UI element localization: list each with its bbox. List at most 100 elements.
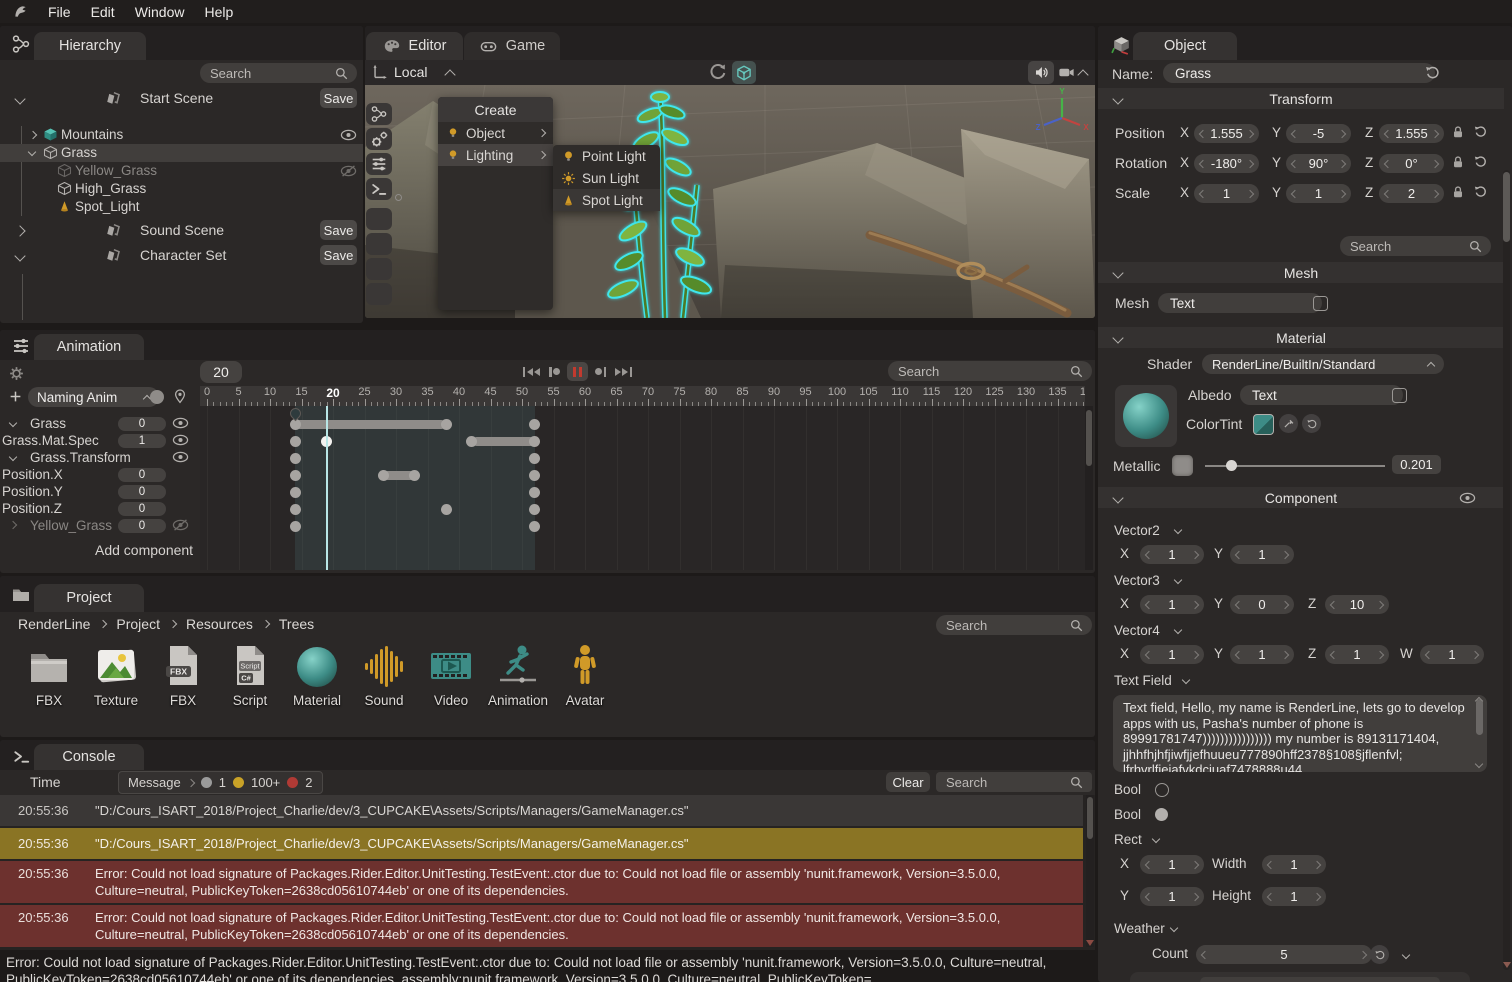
stepper-increment[interactable] xyxy=(1359,950,1367,958)
bool-toggle-on[interactable] xyxy=(1155,808,1168,821)
material-preview[interactable] xyxy=(1115,385,1177,447)
bool-toggle-off[interactable] xyxy=(1155,783,1169,797)
keyframe-dot[interactable] xyxy=(441,419,452,430)
camera-icon[interactable] xyxy=(1057,63,1076,87)
vector3-x-value[interactable]: 1 xyxy=(1152,597,1192,612)
rect-width-value[interactable]: 1 xyxy=(1274,857,1314,872)
rotation-y-field[interactable]: 90° xyxy=(1286,154,1351,173)
rect-height-field[interactable]: 1 xyxy=(1262,887,1326,906)
rotation-y-value[interactable]: 90° xyxy=(1298,156,1339,171)
chevron-up-icon[interactable] xyxy=(444,69,455,80)
keyframe-bar[interactable] xyxy=(472,437,535,446)
track-value[interactable]: 0 xyxy=(118,417,166,431)
rotation-x-value[interactable]: -180° xyxy=(1206,156,1247,171)
stepper-increment[interactable] xyxy=(1376,650,1384,658)
chevron-down-icon[interactable] xyxy=(1174,576,1182,584)
vector4-z-field[interactable]: 1 xyxy=(1325,645,1389,664)
track-value[interactable]: 0 xyxy=(118,468,166,482)
save-button[interactable]: Save xyxy=(320,220,357,240)
clear-button[interactable]: Clear xyxy=(886,772,930,792)
tab-editor[interactable]: Editor xyxy=(366,32,463,60)
keyframe-dot[interactable] xyxy=(290,453,301,464)
stepper-increment[interactable] xyxy=(1338,189,1346,197)
transform-section-header[interactable]: Transform xyxy=(1098,88,1504,109)
stepper-increment[interactable] xyxy=(1431,189,1439,197)
tree-node-spot-light[interactable]: Spot_Light xyxy=(0,198,363,216)
stepper-increment[interactable] xyxy=(1246,159,1254,167)
inspector-search-input[interactable] xyxy=(1348,238,1462,255)
vector3-y-field[interactable]: 0 xyxy=(1230,595,1294,614)
metallic-value[interactable]: 0.201 xyxy=(1392,455,1441,474)
keyframe-dot[interactable] xyxy=(378,470,389,481)
chevron-down-icon[interactable] xyxy=(14,250,25,261)
metallic-slider-knob[interactable] xyxy=(1226,460,1237,471)
error-count-dot[interactable] xyxy=(287,777,298,788)
keyframe-dot[interactable] xyxy=(290,470,301,481)
timeline-scrollbar[interactable] xyxy=(1085,406,1093,570)
inspector-scrollbar[interactable] xyxy=(1503,170,1510,970)
vector4-w-value[interactable]: 1 xyxy=(1432,647,1472,662)
tab-game[interactable]: Game xyxy=(464,32,560,60)
timeline-selection[interactable] xyxy=(295,406,534,570)
vector3-z-field[interactable]: 10 xyxy=(1325,595,1389,614)
tree-node-mountains[interactable]: Mountains xyxy=(0,126,363,144)
stepper-increment[interactable] xyxy=(1281,550,1289,558)
vector3-x-field[interactable]: 1 xyxy=(1140,595,1204,614)
hierarchy-search-input[interactable] xyxy=(208,65,328,82)
eye-off-icon[interactable] xyxy=(172,519,189,534)
stepper-increment[interactable] xyxy=(1246,189,1254,197)
timeline-grid[interactable] xyxy=(200,406,1085,570)
undo-icon[interactable] xyxy=(1424,64,1441,86)
rotation-x-field[interactable]: -180° xyxy=(1194,154,1259,173)
asset-video[interactable]: Video xyxy=(418,642,484,708)
track-grass[interactable]: Grass 0 xyxy=(0,415,200,432)
context-menu-item-object[interactable]: Object xyxy=(438,122,553,144)
albedo-picker-button[interactable] xyxy=(1392,388,1407,403)
name-input[interactable] xyxy=(1173,65,1425,82)
vector4-x-value[interactable]: 1 xyxy=(1152,647,1192,662)
stepper-increment[interactable] xyxy=(1431,129,1439,137)
scroll-down-arrow[interactable] xyxy=(1503,962,1511,968)
name-field[interactable] xyxy=(1163,63,1435,83)
stepper-increment[interactable] xyxy=(1191,600,1199,608)
record-dot-icon[interactable] xyxy=(150,390,164,404)
keyframe-bar[interactable] xyxy=(295,420,446,429)
rect-y-field[interactable]: 1 xyxy=(1140,887,1204,906)
position-x-field[interactable]: 1.555 xyxy=(1194,124,1259,143)
stepper-increment[interactable] xyxy=(1191,650,1199,658)
context-menu-item-lighting[interactable]: Lighting xyxy=(438,144,553,166)
breadcrumb-item[interactable]: RenderLine xyxy=(18,616,90,632)
asset-sound[interactable]: Sound xyxy=(351,642,417,708)
undo-button[interactable] xyxy=(1302,414,1321,433)
stepper-increment[interactable] xyxy=(1313,892,1321,900)
submenu-item-sun-light[interactable]: Sun Light xyxy=(553,167,660,189)
vector4-y-value[interactable]: 1 xyxy=(1242,647,1282,662)
track-position-z[interactable]: Position.Z 0 xyxy=(0,500,200,517)
scale-x-field[interactable]: 1 xyxy=(1194,184,1259,203)
submenu-item-point-light[interactable]: Point Light xyxy=(553,145,660,167)
keyframe-dot[interactable] xyxy=(529,419,540,430)
lock-icon[interactable] xyxy=(1450,124,1466,145)
stepper-increment[interactable] xyxy=(1191,860,1199,868)
keyframe-dot[interactable] xyxy=(529,453,540,464)
viewport-tool-settings[interactable] xyxy=(366,128,392,150)
undo-button[interactable] xyxy=(1370,945,1389,964)
material-section-header[interactable]: Material xyxy=(1098,327,1504,348)
timeline-ruler[interactable]: 0510152025303540455055606570758085909510… xyxy=(200,386,1085,406)
asset-fbx-file[interactable]: FBX FBX xyxy=(150,642,216,708)
tab-console[interactable]: Console xyxy=(34,744,144,770)
chevron-down-icon[interactable] xyxy=(1152,835,1160,843)
lock-icon[interactable] xyxy=(1450,184,1466,205)
vector2-y-value[interactable]: 1 xyxy=(1242,547,1282,562)
stepper-increment[interactable] xyxy=(1281,600,1289,608)
pin-icon[interactable] xyxy=(172,388,188,409)
vector4-w-field[interactable]: 1 xyxy=(1420,645,1484,664)
viewport-tool-empty-1[interactable] xyxy=(366,208,392,230)
stepper-increment[interactable] xyxy=(1338,129,1346,137)
track-value[interactable]: 0 xyxy=(118,502,166,516)
time-column-label[interactable]: Time xyxy=(30,774,61,790)
pause-button[interactable] xyxy=(567,362,588,381)
vector4-y-field[interactable]: 1 xyxy=(1230,645,1294,664)
scene-row-start-scene[interactable]: Start Scene Save xyxy=(0,86,363,111)
scale-x-value[interactable]: 1 xyxy=(1206,186,1247,201)
